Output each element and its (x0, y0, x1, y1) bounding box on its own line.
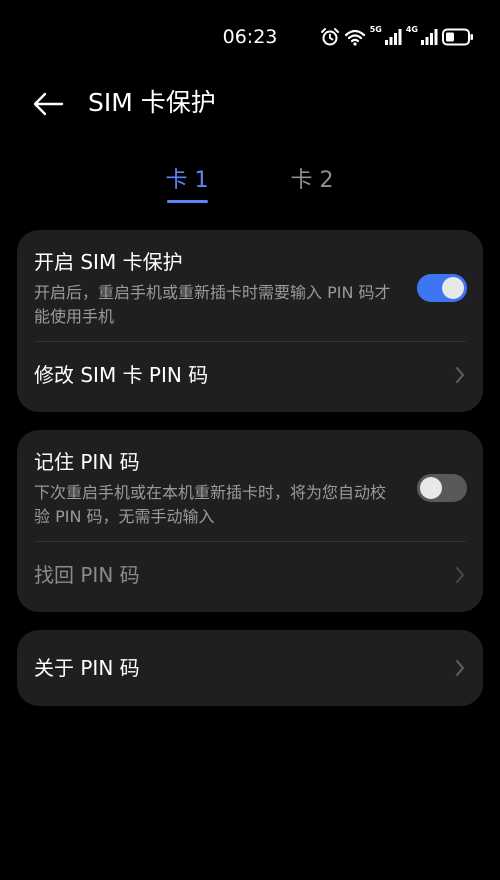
remember-pin-title: 记住 PIN 码 (34, 450, 140, 474)
tab-sim-2[interactable]: 卡 2 (286, 166, 338, 196)
network-5g-label: 5G (369, 25, 382, 34)
divider (34, 541, 466, 542)
remember-pin-description: 下次重启手机或在本机重新插卡时，将为您自动校验 PIN 码，无需手动输入 (34, 483, 387, 526)
remember-pin-card: 记住 PIN 码 下次重启手机或在本机重新插卡时，将为您自动校验 PIN 码，无… (17, 430, 483, 612)
remember-pin-toggle[interactable] (417, 474, 467, 502)
status-bar: 06:23 5G 4G (0, 0, 500, 70)
wifi-icon (344, 29, 365, 46)
signal-icon (384, 29, 402, 45)
arrow-left-icon[interactable] (30, 88, 66, 120)
chevron-right-icon (456, 567, 464, 583)
status-icons: 5G 4G (320, 24, 474, 50)
chevron-right-icon (456, 367, 464, 383)
about-pin-card: 关于 PIN 码 (17, 630, 483, 706)
signal-icon (421, 29, 438, 45)
header: SIM 卡保护 (0, 80, 500, 128)
sim-protection-toggle[interactable] (417, 274, 467, 302)
chevron-right-icon (456, 660, 464, 676)
alarm-icon (320, 28, 339, 46)
toggle-knob (442, 277, 464, 299)
divider (34, 341, 466, 342)
about-pin-label: 关于 PIN 码 (34, 656, 140, 680)
recover-pin-label: 找回 PIN 码 (34, 563, 140, 587)
battery-icon (442, 28, 473, 46)
sim-protection-card: 开启 SIM 卡保护 开启后，重启手机或重新插卡时需要输入 PIN 码才能使用手… (17, 230, 483, 412)
page-title: SIM 卡保护 (88, 88, 216, 117)
change-pin-label: 修改 SIM 卡 PIN 码 (34, 363, 209, 387)
toggle-knob (420, 477, 442, 499)
sim-protection-title: 开启 SIM 卡保护 (34, 250, 183, 274)
sim-protection-description: 开启后，重启手机或重新插卡时需要输入 PIN 码才能使用手机 (34, 283, 391, 326)
tab-sim-1[interactable]: 卡 1 (162, 166, 212, 196)
network-4g-label: 4G (405, 25, 418, 34)
tab-active-indicator (167, 200, 208, 203)
sim-tabs: 卡 1 卡 2 (0, 160, 500, 208)
